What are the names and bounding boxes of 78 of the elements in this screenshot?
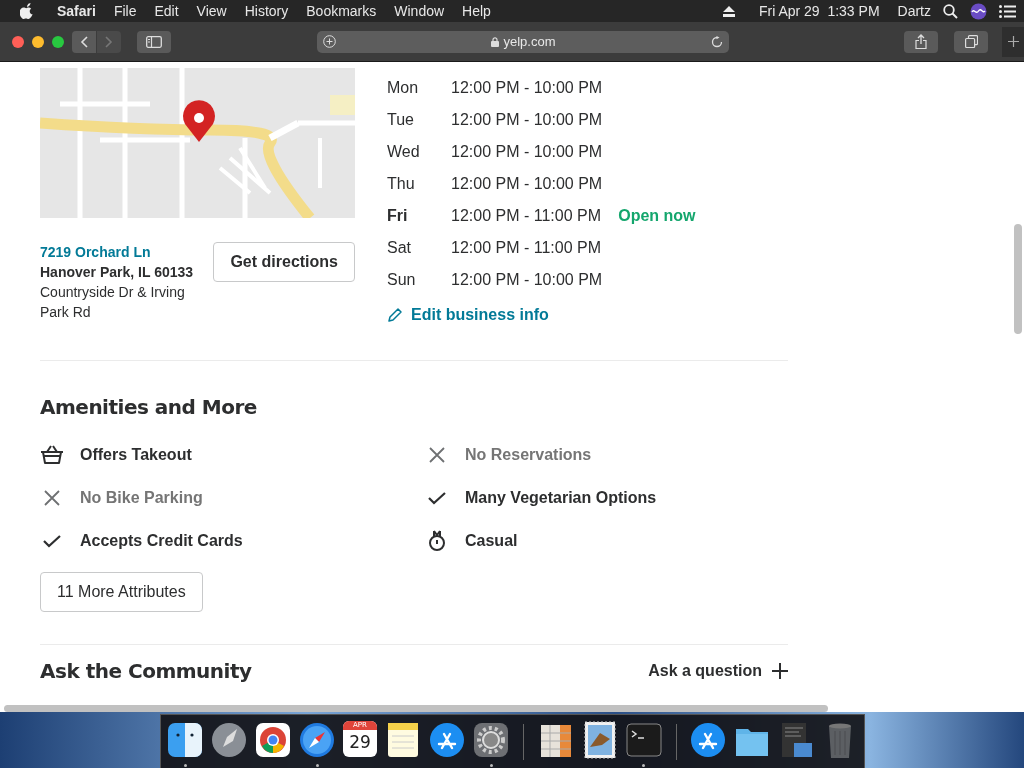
eject-icon[interactable] (722, 5, 735, 17)
amenity-label: No Bike Parking (80, 488, 203, 507)
finder-icon[interactable] (167, 720, 203, 759)
hours-text: 12:00 PM - 11:00 PM (451, 239, 601, 257)
amenity-label: No Reservations (465, 445, 592, 464)
menu-item[interactable]: Bookmarks (297, 3, 386, 19)
sidebar-button[interactable] (137, 30, 171, 53)
back-button[interactable] (72, 30, 96, 53)
ask-question-button[interactable]: Ask a question (648, 662, 788, 680)
menu-item[interactable]: Window (385, 3, 454, 19)
user-menu[interactable]: Dartz (897, 3, 931, 19)
menu-item[interactable]: View (187, 3, 236, 19)
open-status: Open now (618, 207, 696, 225)
back-icon (80, 35, 88, 48)
apple-icon[interactable] (20, 3, 34, 19)
app-menu[interactable]: Safari (48, 3, 105, 19)
day-label: Thu (387, 175, 415, 193)
day-label: Fri (387, 207, 408, 225)
directions-button[interactable]: Get directions (213, 242, 355, 282)
amenity-label: Offers Takeout (80, 445, 192, 464)
reload-icon (711, 35, 723, 48)
chrome-icon[interactable] (255, 720, 291, 759)
sidebar-icon (146, 35, 162, 48)
new-tab-button[interactable] (1002, 26, 1024, 57)
hours-text: 12:00 PM - 10:00 PM (451, 175, 603, 193)
zoom-window-button[interactable] (52, 35, 64, 48)
app-store-icon[interactable] (690, 720, 726, 759)
address-text: Hanover Park, IL 60133 (40, 263, 195, 282)
app-store-icon[interactable] (429, 720, 465, 759)
menu-item[interactable]: Help (453, 3, 500, 19)
more-attributes-button[interactable]: 11 More Attributes (40, 572, 203, 612)
menu-item[interactable]: File (104, 3, 146, 19)
section-heading: Amenities and More (40, 395, 258, 419)
hours-text: 12:00 PM - 10:00 PM (451, 271, 603, 289)
day-label: Tue (387, 111, 414, 129)
hours-text: 12:00 PM - 10:00 PM (451, 111, 603, 129)
share-icon (915, 34, 927, 49)
gear-icon[interactable] (473, 720, 509, 759)
hours-text: 12:00 PM - 10:00 PM (451, 143, 603, 161)
hours-text: 12:00 PM - 10:00 PM (451, 79, 603, 97)
terminal-icon[interactable] (625, 720, 662, 759)
plus-icon (772, 663, 788, 679)
address-field[interactable]: yelp.com (317, 30, 729, 53)
notepad-icon[interactable] (385, 720, 421, 759)
plus-circle-icon (323, 35, 336, 48)
list-icon[interactable] (999, 4, 1016, 18)
address-text: yelp.com (503, 34, 556, 49)
tabs-icon (964, 35, 978, 48)
tabs-button[interactable] (954, 30, 988, 53)
menu-clock[interactable]: Fri Apr 29 1:33 PM (758, 3, 880, 19)
amenity-label: Many Vegetarian Options (465, 488, 657, 507)
stamp-icon[interactable] (581, 720, 618, 759)
scrollbar[interactable] (1014, 224, 1022, 334)
lock-icon (491, 36, 500, 47)
menu-item[interactable]: Edit (145, 3, 188, 19)
pencil-icon (387, 307, 403, 323)
close-window-button[interactable] (12, 35, 24, 48)
edit-link[interactable]: Edit business info (387, 306, 549, 324)
scrollbar[interactable] (4, 705, 828, 712)
cross-streets-text: Countryside Dr & Irving Park Rd (40, 283, 186, 322)
day-label: Sun (387, 271, 416, 289)
forward-icon (105, 35, 113, 48)
siri-icon[interactable] (970, 2, 987, 20)
minimize-window-button[interactable] (32, 35, 44, 48)
amenity-label: Accepts Credit Cards (80, 531, 243, 550)
day-label: Sat (387, 239, 411, 257)
plus-icon (1007, 36, 1019, 47)
menu-item[interactable]: History (235, 3, 298, 19)
address-link[interactable]: 7219 Orchard Ln (40, 242, 208, 262)
hours-text: 12:00 PM - 11:00 PM (451, 207, 601, 225)
compass-icon[interactable] (299, 720, 335, 759)
share-button[interactable] (904, 30, 938, 53)
section-heading: Ask the Community (40, 659, 252, 683)
day-label: Wed (387, 143, 420, 161)
amenity-label: Casual (465, 531, 518, 550)
search-icon[interactable] (943, 3, 958, 19)
basket-icon (40, 444, 64, 465)
day-label: Mon (387, 79, 419, 97)
